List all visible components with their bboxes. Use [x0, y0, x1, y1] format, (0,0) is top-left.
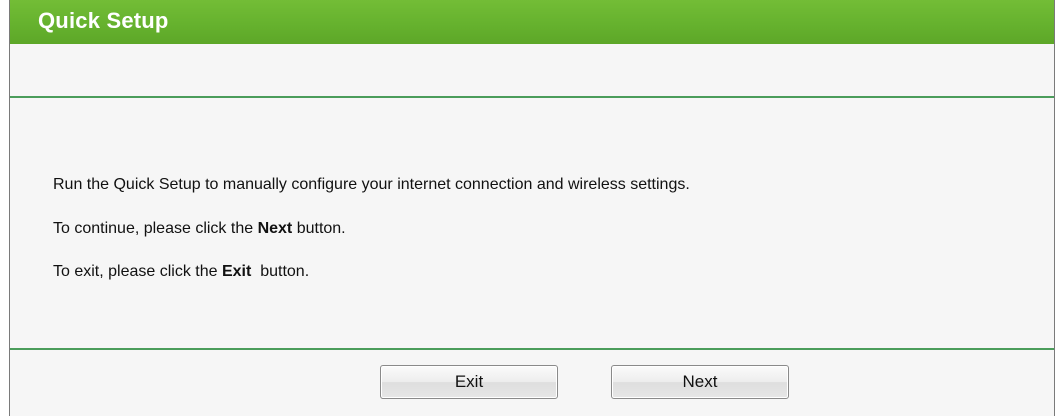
next-button[interactable]: Next	[611, 365, 789, 399]
page-title: Quick Setup	[38, 8, 169, 33]
continue-instruction-suffix: button.	[292, 220, 346, 237]
continue-instruction: To continue, please click the Next butto…	[53, 219, 346, 239]
continue-instruction-prefix: To continue, please click the	[53, 220, 258, 237]
intro-text-content: Run the Quick Setup to manually configur…	[53, 176, 690, 193]
top-divider	[10, 96, 1054, 98]
exit-button[interactable]: Exit	[380, 365, 558, 399]
exit-instruction-bold: Exit	[221, 263, 252, 280]
continue-instruction-bold: Next	[257, 220, 293, 237]
bottom-divider	[10, 348, 1054, 350]
exit-instruction-suffix: button.	[251, 263, 310, 280]
intro-text: Run the Quick Setup to manually configur…	[53, 175, 690, 195]
exit-instruction-prefix: To exit, please click the	[53, 263, 222, 280]
title-bar: Quick Setup	[10, 0, 1054, 44]
exit-instruction: To exit, please click the Exit button.	[53, 262, 309, 282]
quick-setup-panel: Quick Setup Run the Quick Setup to manua…	[9, 0, 1055, 416]
